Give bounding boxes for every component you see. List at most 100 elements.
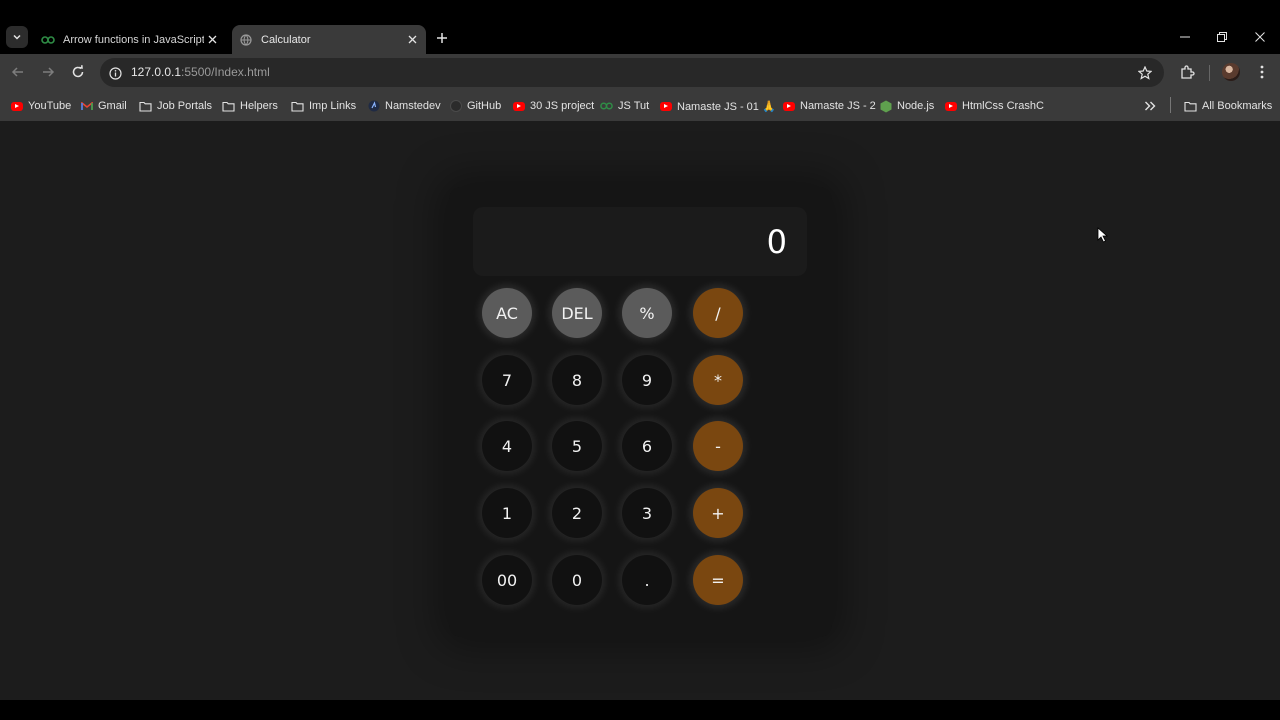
double-chevron-right-icon (1145, 101, 1156, 111)
url-host: 127.0.0.1 (131, 65, 182, 79)
profile-avatar[interactable] (1222, 63, 1240, 81)
bookmark-label: Helpers (240, 100, 278, 112)
back-button[interactable] (8, 62, 28, 82)
bookmark-label: HtmlCss CrashC (962, 100, 1044, 112)
close-tab-icon[interactable] (204, 32, 220, 48)
bookmark-gmail[interactable]: Gmail (80, 97, 127, 115)
bookmark-htmlcss-crashc[interactable]: HtmlCss CrashC (944, 97, 1044, 115)
bookmark-label: Gmail (98, 100, 127, 112)
bookmark-folder-imp-links[interactable]: Imp Links (291, 97, 356, 115)
digit-1-button[interactable]: 1 (482, 488, 532, 538)
bookmark-label: 30 JS project (530, 100, 595, 112)
multiply-button[interactable]: * (693, 355, 743, 405)
decimal-point-button[interactable]: . (622, 555, 672, 605)
bookmark-label: Namaste JS - 01 🙏 (677, 100, 776, 113)
folder-icon (1184, 100, 1197, 113)
restore-icon (1217, 32, 1227, 42)
digit-2-button[interactable]: 2 (552, 488, 602, 538)
reload-icon (72, 65, 84, 78)
restore-button[interactable] (1211, 28, 1233, 46)
more-bookmarks-button[interactable] (1144, 97, 1156, 115)
bookmark-label: Imp Links (309, 100, 357, 112)
all-bookmarks-button[interactable]: All Bookmarks (1184, 97, 1272, 115)
bookmark-github[interactable]: GitHub (449, 97, 501, 115)
folder-icon (291, 100, 304, 113)
percent-button[interactable]: % (622, 288, 672, 338)
nodejs-icon (879, 100, 892, 113)
divide-button[interactable]: / (693, 288, 743, 338)
youtube-icon (782, 100, 795, 113)
github-icon (449, 100, 462, 113)
bookmark-label: GitHub (467, 100, 502, 112)
equals-button[interactable]: = (693, 555, 743, 605)
bookmark-youtube[interactable]: YouTube (10, 97, 71, 115)
toolbar-divider (1209, 65, 1210, 81)
plus-icon (437, 33, 447, 43)
bookmark-label: Job Portals (157, 100, 213, 112)
youtube-icon (512, 100, 525, 113)
digit-0-button[interactable]: 0 (552, 555, 602, 605)
calculator-display: 0 (473, 207, 807, 276)
close-tab-icon[interactable] (404, 32, 420, 48)
digit-5-button[interactable]: 5 (552, 421, 602, 471)
bookmarks-bar: YouTube Gmail Job Portals Helpers Imp Li… (0, 91, 1280, 121)
minimize-icon (1180, 36, 1190, 38)
add-button[interactable]: + (693, 488, 743, 538)
bookmark-js-tut[interactable]: JS Tut (600, 97, 649, 115)
tab-calculator[interactable]: Calculator (232, 25, 426, 54)
clear-all-button[interactable]: AC (482, 288, 532, 338)
page-content: 0 AC DEL%/7 8 9 * 4 5 6-1 2 3 +00 0. = (0, 121, 1280, 700)
bookmark-label: Namstedev (385, 100, 441, 112)
new-tab-button[interactable] (432, 28, 452, 48)
bookmark-30-js-project[interactable]: 30 JS project (512, 97, 594, 115)
url-path: :5500/Index.html (181, 65, 270, 79)
digit-7-button[interactable]: 7 (482, 355, 532, 405)
window-bottom-edge (0, 700, 1280, 720)
globe-icon (239, 33, 253, 47)
folder-icon (222, 100, 235, 113)
double-zero-button[interactable]: 00 (482, 555, 532, 605)
bookmark-star-icon[interactable] (1136, 64, 1154, 82)
extensions-button[interactable] (1177, 62, 1197, 82)
youtube-icon (10, 100, 23, 113)
bookmark-namaste-js-01[interactable]: Namaste JS - 01 🙏 (659, 97, 776, 115)
close-window-button[interactable] (1249, 28, 1271, 46)
tab-title: Calculator (261, 33, 311, 46)
bookmark-label: Namaste JS - 2 (800, 100, 876, 112)
delete-button[interactable]: DEL (552, 288, 602, 338)
namastedev-icon (367, 100, 380, 113)
minimize-button[interactable] (1174, 28, 1196, 46)
bookmarks-divider (1170, 97, 1171, 113)
bookmark-label: JS Tut (618, 100, 650, 112)
reload-button[interactable] (68, 62, 88, 82)
digit-8-button[interactable]: 8 (552, 355, 602, 405)
digit-3-button[interactable]: 3 (622, 488, 672, 538)
bookmark-nodejs[interactable]: Node.js (879, 97, 934, 115)
url-text: 127.0.0.1:5500/Index.html (131, 65, 270, 79)
bookmark-folder-helpers[interactable]: Helpers (222, 97, 278, 115)
puzzle-icon (1180, 64, 1195, 79)
mouse-cursor-icon (1097, 227, 1109, 243)
bookmark-folder-job-portals[interactable]: Job Portals (139, 97, 212, 115)
bookmark-namstedev[interactable]: Namstedev (367, 97, 441, 115)
tab-strip: Arrow functions in JavaScript - Calculat… (0, 0, 1280, 54)
geeksforgeeks-icon (600, 100, 613, 113)
bookmark-namaste-js-2[interactable]: Namaste JS - 2 (782, 97, 876, 115)
chevron-down-icon (13, 34, 21, 40)
digit-6-button[interactable]: 6 (622, 421, 672, 471)
subtract-button[interactable]: - (693, 421, 743, 471)
forward-button[interactable] (38, 62, 58, 82)
digit-9-button[interactable]: 9 (622, 355, 672, 405)
close-icon (1255, 32, 1265, 42)
site-info-icon[interactable] (107, 65, 123, 81)
address-bar[interactable]: 127.0.0.1:5500/Index.html (100, 58, 1164, 87)
tab-arrow-functions[interactable]: Arrow functions in JavaScript - (34, 25, 226, 54)
gmail-icon (80, 100, 93, 113)
digit-4-button[interactable]: 4 (482, 421, 532, 471)
tab-search-button[interactable] (6, 26, 28, 48)
calculator: 0 AC DEL%/7 8 9 * 4 5 6-1 2 3 +00 0. = (449, 187, 832, 637)
browser-toolbar: 127.0.0.1:5500/Index.html (0, 54, 1280, 91)
menu-button[interactable] (1252, 62, 1272, 82)
bookmark-label: YouTube (28, 100, 72, 112)
bookmark-label: Node.js (897, 100, 935, 112)
